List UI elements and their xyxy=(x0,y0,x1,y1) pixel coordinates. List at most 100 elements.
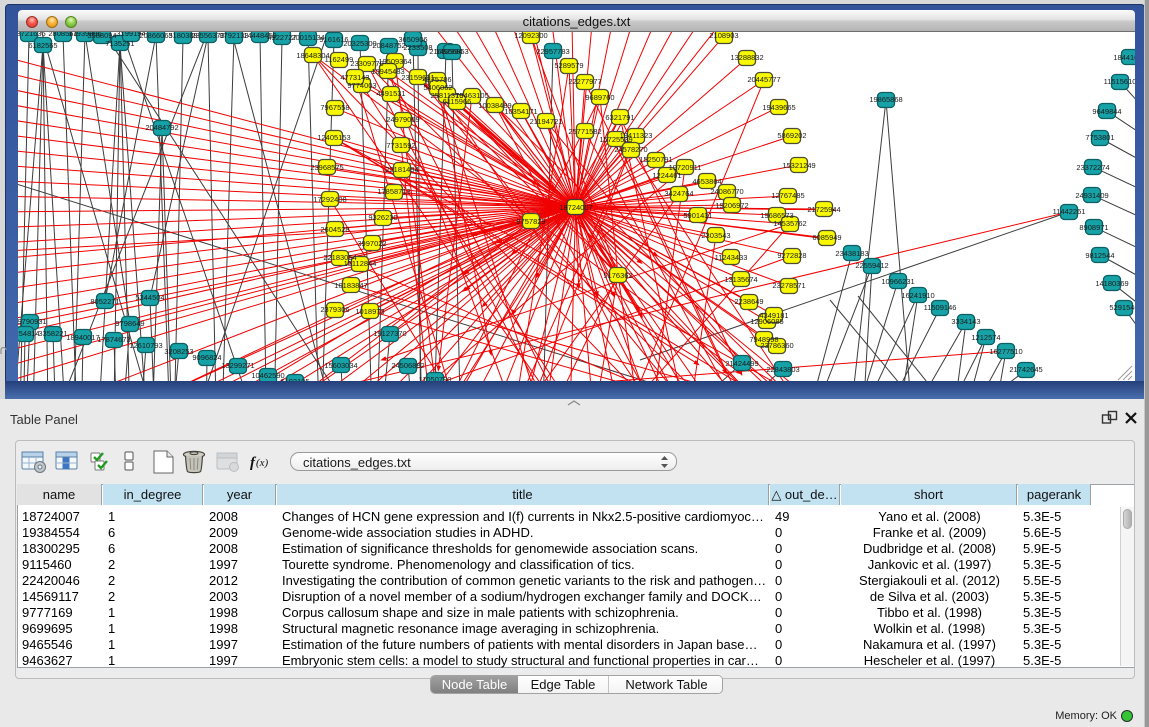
svg-text:4349181: 4349181 xyxy=(759,311,788,320)
svg-text:23968575: 23968575 xyxy=(310,163,343,172)
svg-text:22181494: 22181494 xyxy=(385,165,418,174)
svg-text:21194721: 21194721 xyxy=(530,117,563,126)
svg-text:2303543: 2303543 xyxy=(701,231,730,240)
svg-text:23372274: 23372274 xyxy=(1076,163,1109,172)
svg-text:6182565: 6182565 xyxy=(28,41,57,50)
svg-text:9649844: 9649844 xyxy=(1092,107,1121,116)
svg-text:7753801: 7753801 xyxy=(1085,133,1114,142)
svg-text:12092300: 12092300 xyxy=(514,32,547,40)
svg-text:14535762: 14535762 xyxy=(773,219,806,228)
svg-text:19790931: 19790931 xyxy=(18,317,47,326)
svg-text:23438183: 23438183 xyxy=(835,249,868,258)
svg-text:14966853: 14966853 xyxy=(435,47,468,56)
svg-text:10183847: 10183847 xyxy=(334,281,367,290)
svg-text:2604528: 2604528 xyxy=(320,225,349,234)
svg-text:21742645: 21742645 xyxy=(1009,365,1042,374)
svg-text:3424764: 3424764 xyxy=(664,189,693,198)
svg-text:5289579: 5289579 xyxy=(554,61,583,70)
svg-text:3650906: 3650906 xyxy=(398,35,427,44)
svg-text:15321249: 15321249 xyxy=(782,161,815,170)
svg-text:12610793: 12610793 xyxy=(129,341,162,350)
svg-text:5869202: 5869202 xyxy=(777,131,806,140)
svg-text:3334143: 3334143 xyxy=(951,317,980,326)
svg-text:23278571: 23278571 xyxy=(772,281,805,290)
svg-text:16241910: 16241910 xyxy=(901,291,934,300)
svg-text:11050790: 11050790 xyxy=(419,375,452,381)
svg-text:2379306: 2379306 xyxy=(320,305,349,314)
svg-text:19411323: 19411323 xyxy=(620,131,653,140)
svg-text:15112844: 15112844 xyxy=(344,259,377,268)
svg-text:7967558: 7967558 xyxy=(320,103,349,112)
svg-text:19509364: 19509364 xyxy=(378,57,411,66)
svg-text:11515610: 11515610 xyxy=(1104,77,1135,86)
svg-text:22277977: 22277977 xyxy=(568,77,601,86)
svg-text:10945483: 10945483 xyxy=(371,67,404,76)
svg-text:19127370: 19127370 xyxy=(373,329,406,338)
svg-text:17292408: 17292408 xyxy=(313,195,346,204)
svg-text:4773143: 4773143 xyxy=(340,73,369,82)
svg-text:17858713: 17858713 xyxy=(377,187,410,196)
svg-text:22559412: 22559412 xyxy=(855,261,888,270)
svg-text:13135674: 13135674 xyxy=(724,275,757,284)
svg-text:9812544: 9812544 xyxy=(1085,251,1114,260)
svg-text:4653864: 4653864 xyxy=(692,177,721,186)
svg-text:1224461: 1224461 xyxy=(652,171,681,180)
svg-text:20484792: 20484792 xyxy=(145,123,178,132)
svg-text:8052271: 8052271 xyxy=(90,297,119,306)
svg-text:10966231: 10966231 xyxy=(881,277,914,286)
svg-text:9774003: 9774003 xyxy=(347,81,376,90)
svg-text:3208253: 3208253 xyxy=(164,347,193,356)
svg-text:19865868: 19865868 xyxy=(869,95,902,104)
svg-text:3997022: 3997022 xyxy=(357,239,386,248)
svg-text:24931409: 24931409 xyxy=(1075,191,1108,200)
svg-text:3358221: 3358221 xyxy=(38,329,67,338)
svg-text:9798649: 9798649 xyxy=(115,319,144,328)
svg-text:7731592: 7731592 xyxy=(386,141,415,150)
svg-text:(x): (x) xyxy=(256,457,269,469)
svg-text:1018973: 1018973 xyxy=(355,307,384,316)
svg-text:25771582: 25771582 xyxy=(568,127,601,136)
svg-text:5176362: 5176362 xyxy=(603,271,632,280)
svg-text:15603034: 15603034 xyxy=(324,361,357,370)
svg-text:9757829: 9757829 xyxy=(516,217,545,226)
svg-text:24086770: 24086770 xyxy=(710,187,743,196)
svg-text:9689760: 9689760 xyxy=(585,93,614,102)
svg-text:4491531: 4491531 xyxy=(376,89,405,98)
svg-text:14180369: 14180369 xyxy=(1095,279,1128,288)
svg-text:13288832: 13288832 xyxy=(730,53,763,62)
svg-text:18721635: 18721635 xyxy=(18,32,46,38)
svg-text:11509146: 11509146 xyxy=(924,303,957,312)
svg-text:1162499: 1162499 xyxy=(325,55,354,64)
svg-text:2108903: 2108903 xyxy=(709,32,738,40)
svg-text:23786360: 23786360 xyxy=(760,341,793,350)
svg-text:22843803: 22843803 xyxy=(766,365,799,374)
svg-text:18940017: 18940017 xyxy=(66,333,99,342)
svg-text:13299271: 13299271 xyxy=(221,361,254,370)
svg-text:17874673: 17874673 xyxy=(97,335,130,344)
svg-text:16277510: 16277510 xyxy=(989,347,1022,356)
svg-text:9272828: 9272828 xyxy=(777,251,806,260)
svg-text:2233508: 2233508 xyxy=(403,43,432,52)
svg-text:10354171: 10354171 xyxy=(504,107,537,116)
svg-text:6193105: 6193105 xyxy=(280,377,309,381)
svg-text:20445777: 20445777 xyxy=(747,75,780,84)
svg-text:24506882: 24506882 xyxy=(391,361,424,370)
svg-text:7135251: 7135251 xyxy=(105,39,134,48)
svg-text:22957783: 22957783 xyxy=(536,47,569,56)
svg-text:19206972: 19206972 xyxy=(715,201,748,210)
svg-text:11243433: 11243433 xyxy=(715,253,748,262)
svg-text:21725944: 21725944 xyxy=(807,205,840,214)
svg-text:18724007: 18724007 xyxy=(559,203,592,212)
svg-text:9096824: 9096824 xyxy=(192,353,221,362)
svg-text:12767485: 12767485 xyxy=(771,191,804,200)
svg-text:11442261: 11442261 xyxy=(1053,207,1086,216)
svg-text:9326230: 9326230 xyxy=(368,213,397,222)
svg-text:1212574: 1212574 xyxy=(971,333,1000,342)
svg-text:18441677: 18441677 xyxy=(1113,53,1135,62)
svg-text:6115966: 6115966 xyxy=(443,97,472,106)
svg-text:12405153: 12405153 xyxy=(317,133,350,142)
svg-text:6321791: 6321791 xyxy=(605,113,634,122)
svg-text:24979069: 24979069 xyxy=(386,115,419,124)
svg-text:4254814: 4254814 xyxy=(18,329,40,338)
svg-text:21424499: 21424499 xyxy=(725,359,758,368)
